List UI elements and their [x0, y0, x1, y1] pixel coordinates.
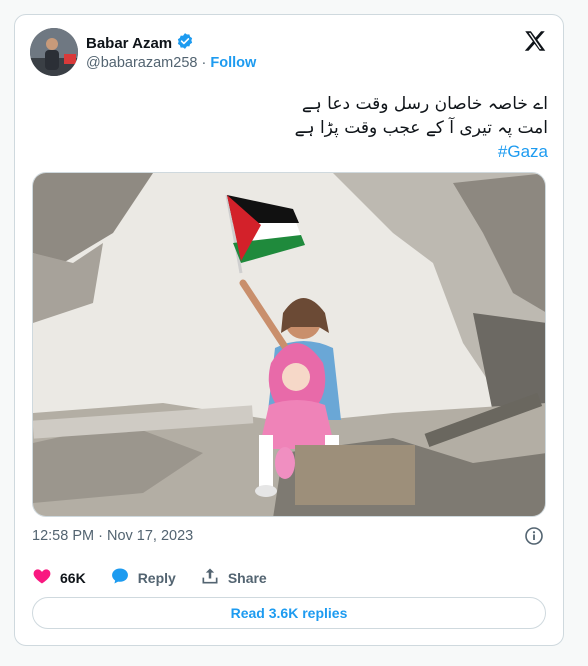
verified-badge-icon	[176, 32, 194, 55]
tweet-actions: 66K Reply Share	[32, 566, 291, 589]
tweet-line: امت پہ تیری آ کے عجب وقت پڑا ہے	[294, 118, 548, 138]
separator-dot: ·	[98, 528, 103, 544]
x-logo-icon[interactable]	[522, 28, 548, 54]
tweet-timestamp[interactable]: 12:58 PM · Nov 17, 2023	[32, 528, 193, 544]
author-handle-row: @babarazam258 · Follow	[86, 55, 256, 71]
follow-link[interactable]: Follow	[210, 55, 256, 71]
info-icon[interactable]	[524, 526, 544, 546]
speech-bubble-icon	[110, 566, 130, 589]
tweet-time: 12:58 PM	[32, 528, 95, 544]
reply-button[interactable]: Reply	[110, 566, 176, 589]
heart-icon	[32, 566, 52, 589]
author-handle[interactable]: @babarazam258	[86, 55, 197, 71]
like-count: 66K	[60, 569, 86, 586]
tweet-photo[interactable]	[32, 172, 546, 517]
share-label: Share	[227, 569, 267, 586]
author-name-row[interactable]: Babar Azam	[86, 32, 194, 55]
hashtag-link[interactable]: #Gaza	[48, 140, 548, 164]
tweet-line: اے خاصہ خاصان رسل وقت دعا ہے	[301, 94, 548, 114]
avatar[interactable]	[30, 28, 78, 76]
like-button[interactable]: 66K	[32, 566, 86, 589]
read-replies-button[interactable]: Read 3.6K replies	[32, 597, 546, 629]
author-name[interactable]: Babar Azam	[86, 35, 172, 52]
reply-label: Reply	[137, 569, 176, 586]
share-upload-icon	[200, 566, 220, 589]
tweet-text: اے خاصہ خاصان رسل وقت دعا ہے امت پہ تیری…	[48, 92, 548, 164]
photo-illustration	[33, 173, 545, 516]
share-button[interactable]: Share	[200, 566, 267, 589]
tweet-date: Nov 17, 2023	[106, 528, 194, 544]
